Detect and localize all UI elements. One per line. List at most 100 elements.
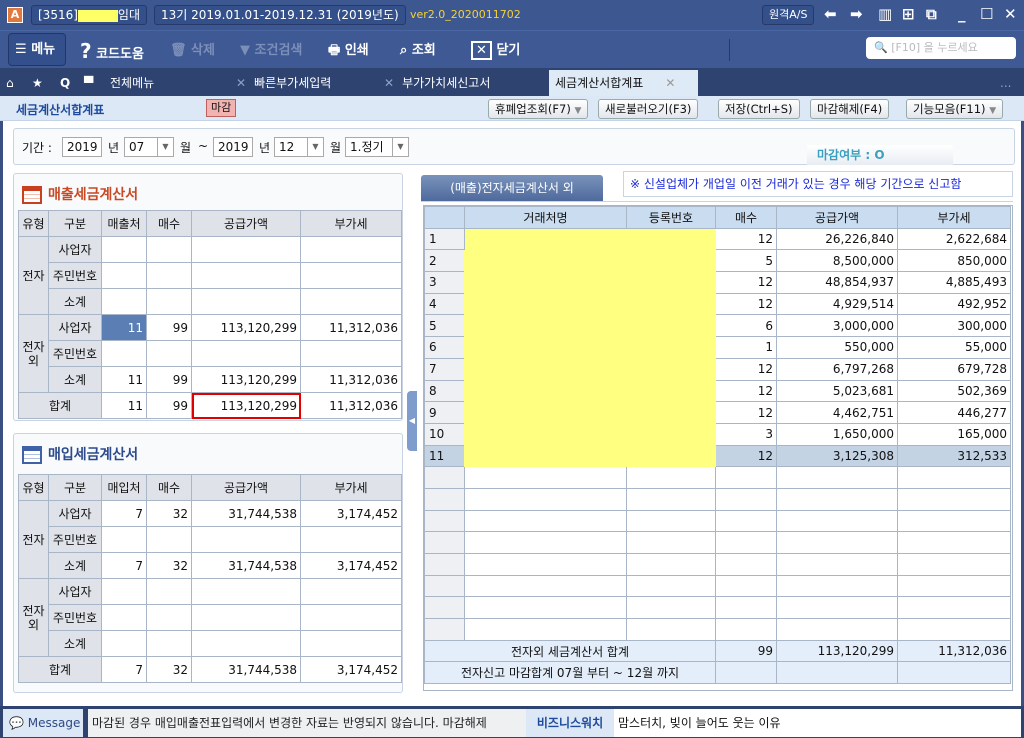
value-cell[interactable] bbox=[191, 288, 301, 315]
from-month-select[interactable]: 07 ▼ bbox=[124, 137, 174, 157]
message-button[interactable]: 💬 Message bbox=[3, 709, 83, 737]
star-icon[interactable]: ★ bbox=[32, 70, 43, 96]
value-cell[interactable] bbox=[191, 340, 301, 367]
value-cell[interactable] bbox=[191, 604, 301, 631]
calendar-icon[interactable]: ▀ bbox=[84, 70, 93, 96]
business-status-button[interactable]: 휴폐업조회(F7) ▼ bbox=[488, 99, 589, 119]
empty-grid-row[interactable] bbox=[424, 553, 1011, 576]
value-cell[interactable]: 11,312,036 bbox=[300, 314, 402, 341]
total-value-cell[interactable]: 3,174,452 bbox=[300, 656, 402, 683]
collapse-panel-handle[interactable]: ◀ bbox=[407, 391, 417, 451]
value-cell[interactable] bbox=[101, 288, 147, 315]
empty-grid-row[interactable] bbox=[424, 618, 1011, 641]
arrow-left-icon[interactable]: ⬅ bbox=[824, 5, 837, 23]
empty-grid-row[interactable] bbox=[424, 509, 1011, 533]
close-icon[interactable]: ✕ bbox=[1004, 5, 1017, 23]
value-cell[interactable] bbox=[146, 526, 192, 553]
close-tab-icon[interactable]: ✕ bbox=[384, 76, 394, 90]
maximize-icon[interactable]: ☐ bbox=[980, 5, 993, 23]
save-button[interactable]: 저장(Ctrl+S) bbox=[718, 99, 800, 119]
menu-search-input[interactable]: 🔍 [F10] 을 누르세요 bbox=[866, 37, 1016, 59]
empty-grid-row[interactable] bbox=[424, 466, 1011, 489]
arrow-right-icon[interactable]: ➡ bbox=[850, 5, 863, 23]
company-selector[interactable]: [3516] 임대 bbox=[31, 5, 147, 25]
value-cell[interactable] bbox=[146, 288, 192, 315]
value-cell[interactable]: 113,120,299 bbox=[191, 314, 301, 341]
value-cell[interactable]: 113,120,299 bbox=[191, 366, 301, 393]
home-icon[interactable]: ⌂ bbox=[6, 70, 14, 96]
value-cell[interactable] bbox=[101, 578, 147, 605]
value-cell[interactable] bbox=[300, 262, 402, 289]
report-type-select[interactable]: 1.정기 ▼ bbox=[345, 137, 409, 157]
menu-button[interactable]: ☰ 메뉴 bbox=[8, 33, 66, 66]
value-cell[interactable] bbox=[101, 526, 147, 553]
to-month-select[interactable]: 12 ▼ bbox=[274, 137, 324, 157]
total-value-cell[interactable]: 99 bbox=[146, 392, 192, 419]
grid-icon[interactable]: ⊞ bbox=[902, 5, 915, 23]
total-value-cell[interactable]: 32 bbox=[146, 656, 192, 683]
value-cell[interactable]: 3,174,452 bbox=[300, 552, 402, 579]
value-cell[interactable] bbox=[300, 604, 402, 631]
value-cell[interactable]: 32 bbox=[146, 552, 192, 579]
value-cell[interactable] bbox=[191, 236, 301, 263]
value-cell[interactable] bbox=[146, 604, 192, 631]
value-cell[interactable]: 11 bbox=[101, 314, 147, 341]
value-cell[interactable] bbox=[101, 236, 147, 263]
total-value-cell[interactable]: 113,120,299 bbox=[191, 392, 301, 419]
close-tab-icon[interactable]: ✕ bbox=[665, 76, 675, 90]
dropdown-icon[interactable]: ▼ bbox=[157, 138, 173, 156]
value-cell[interactable]: 11,312,036 bbox=[300, 366, 402, 393]
dropdown-icon[interactable]: ▼ bbox=[307, 138, 323, 156]
tab-electronic-tax-invoice-etc[interactable]: (매출)전자세금계산서 외 bbox=[421, 175, 603, 201]
value-cell[interactable] bbox=[191, 526, 301, 553]
value-cell[interactable] bbox=[191, 262, 301, 289]
functions-button[interactable]: 기능모음(F11) ▼ bbox=[906, 99, 1004, 119]
delete-button[interactable]: 🗑 삭제 bbox=[170, 37, 215, 65]
value-cell[interactable] bbox=[300, 236, 402, 263]
value-cell[interactable] bbox=[146, 236, 192, 263]
window-icon[interactable]: ⧉ bbox=[926, 5, 937, 23]
tab-all-menu[interactable]: 전체메뉴 bbox=[110, 70, 154, 96]
value-cell[interactable] bbox=[146, 630, 192, 657]
value-cell[interactable]: 11 bbox=[101, 366, 147, 393]
value-cell[interactable]: 31,744,538 bbox=[191, 552, 301, 579]
from-year-input[interactable]: 2019 bbox=[62, 137, 102, 157]
total-value-cell[interactable]: 7 bbox=[101, 656, 147, 683]
print-button[interactable]: 🖶 인쇄 bbox=[328, 37, 369, 65]
reload-button[interactable]: 새로불러오기(F3) bbox=[598, 99, 699, 119]
empty-grid-row[interactable] bbox=[424, 487, 1011, 511]
minimize-icon[interactable]: _ bbox=[958, 5, 966, 23]
value-cell[interactable] bbox=[300, 340, 402, 367]
tab-quick-vat-entry[interactable]: ✕ 빠른부가세입력 bbox=[236, 70, 331, 96]
value-cell[interactable] bbox=[101, 604, 147, 631]
value-cell[interactable] bbox=[146, 578, 192, 605]
value-cell[interactable] bbox=[191, 578, 301, 605]
dropdown-icon[interactable]: ▼ bbox=[392, 138, 408, 156]
news-headline-link[interactable]: 맘스터치, 빚이 늘어도 웃는 이유 bbox=[614, 709, 1021, 737]
tab-tax-invoice-summary[interactable]: 세금계산서합계표 ✕ bbox=[549, 70, 698, 96]
code-help-button[interactable]: ? 코드도움 bbox=[80, 37, 144, 65]
filter-search-button[interactable]: ▼ 조건검색 bbox=[240, 37, 302, 65]
value-cell[interactable] bbox=[101, 262, 147, 289]
book-icon[interactable]: ▥ bbox=[878, 5, 892, 23]
close-screen-button[interactable]: ✕ 닫기 bbox=[471, 37, 520, 65]
quick-search-icon[interactable]: Q bbox=[60, 70, 70, 96]
fiscal-period-selector[interactable]: 13기 2019.01.01-2019.12.31 (2019년도) bbox=[154, 5, 406, 25]
value-cell[interactable]: 7 bbox=[101, 552, 147, 579]
to-year-input[interactable]: 2019 bbox=[213, 137, 253, 157]
empty-grid-row[interactable] bbox=[424, 531, 1011, 554]
close-tab-icon[interactable]: ✕ bbox=[236, 76, 246, 90]
value-cell[interactable] bbox=[300, 578, 402, 605]
grid-row[interactable]: 1 12 26,226,840 2,622,684 bbox=[424, 227, 1011, 468]
value-cell[interactable]: 7 bbox=[101, 500, 147, 527]
value-cell[interactable] bbox=[300, 630, 402, 657]
value-cell[interactable]: 99 bbox=[146, 314, 192, 341]
value-cell[interactable]: 32 bbox=[146, 500, 192, 527]
value-cell[interactable] bbox=[101, 630, 147, 657]
total-value-cell[interactable]: 31,744,538 bbox=[191, 656, 301, 683]
total-value-cell[interactable]: 11,312,036 bbox=[300, 392, 402, 419]
value-cell[interactable]: 3,174,452 bbox=[300, 500, 402, 527]
value-cell[interactable] bbox=[146, 340, 192, 367]
total-value-cell[interactable]: 11 bbox=[101, 392, 147, 419]
unclose-button[interactable]: 마감해제(F4) bbox=[810, 99, 890, 119]
